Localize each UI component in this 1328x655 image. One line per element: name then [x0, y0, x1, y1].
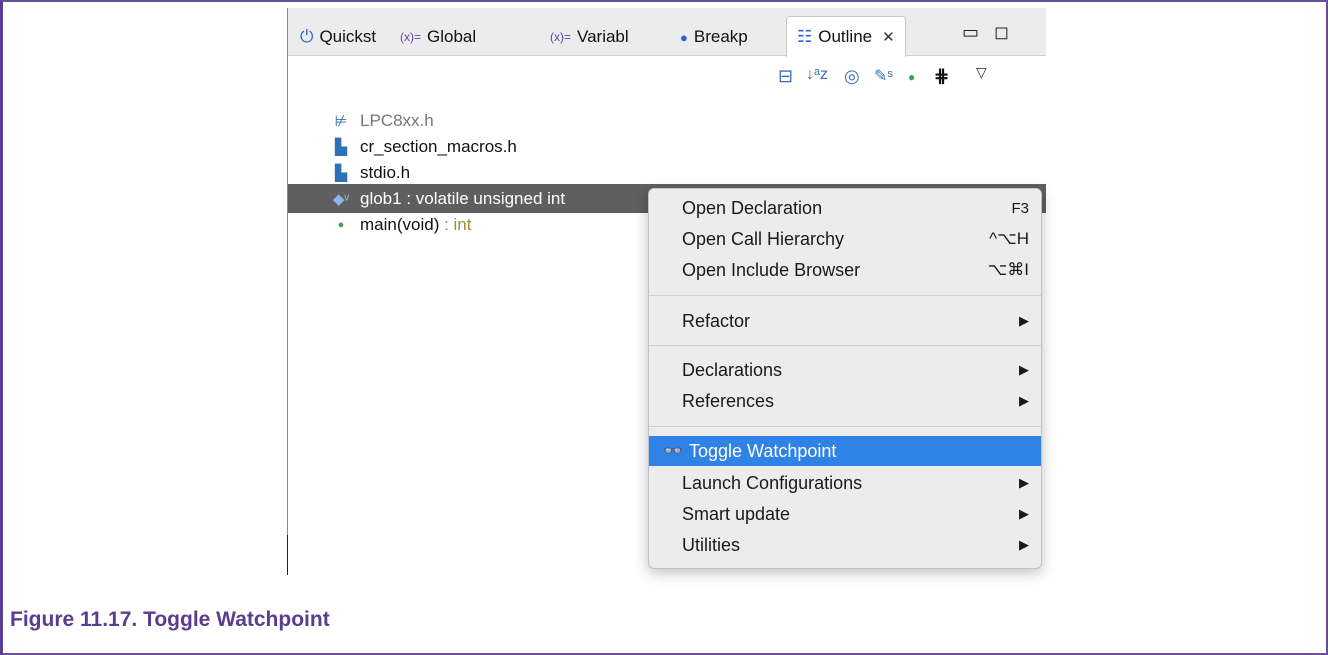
global-variables-icon: (x)=: [400, 30, 421, 44]
menu-item-label: Open Call Hierarchy: [682, 228, 845, 249]
menu-item-open-include-browser[interactable]: Open Include Browser ⌥⌘I: [649, 255, 1041, 285]
include-icon: ▙: [335, 138, 347, 156]
tab-label: Variabl: [577, 27, 629, 46]
hide-static-icon[interactable]: ✎ˢ: [874, 66, 893, 86]
menu-item-open-declaration[interactable]: Open Declaration F3: [649, 193, 1041, 223]
view-tab-bar: ⏻ Quickst (x)= Global (x)= Variabl ● Bre…: [288, 8, 1046, 57]
variables-icon: (x)=: [550, 30, 571, 44]
include-unresolved-icon: ⊭: [334, 112, 348, 130]
tree-item-label: cr_section_macros.h: [360, 136, 517, 156]
menu-item-smart-update[interactable]: Smart update ▶: [649, 499, 1041, 529]
menu-item-label: Open Include Browser: [682, 259, 861, 280]
watchpoint-icon: 👓: [663, 443, 683, 460]
menu-shortcut: ⌥⌘I: [987, 260, 1029, 279]
menu-item-label: Smart update: [682, 503, 791, 524]
tab-outline[interactable]: ☷ Outline ✕: [786, 16, 906, 57]
context-menu: Open Declaration F3 Open Call Hierarchy …: [648, 188, 1042, 569]
menu-separator: [649, 345, 1041, 346]
submenu-arrow-icon: ▶: [1019, 393, 1029, 408]
view-menu-icon[interactable]: ▽: [976, 64, 987, 81]
hide-nonpublic-icon[interactable]: ●: [908, 70, 915, 84]
tree-item-label: stdio.h: [360, 162, 411, 182]
menu-shortcut: F3: [1011, 199, 1029, 217]
sort-alpha-icon[interactable]: ↓ᵃz: [806, 66, 828, 84]
tree-item-cr-section-macros[interactable]: ▙ cr_section_macros.h: [288, 132, 1046, 161]
function-name: main(void): [360, 214, 440, 234]
menu-item-label: References: [682, 390, 775, 411]
menu-item-utilities[interactable]: Utilities ▶: [649, 530, 1041, 560]
submenu-arrow-icon: ▶: [1019, 506, 1029, 521]
tree-item-label: LPC8xx.h: [360, 110, 434, 130]
submenu-arrow-icon: ▶: [1019, 362, 1029, 377]
tab-label: Breakp: [693, 27, 748, 46]
tree-item-stdio[interactable]: ▙ stdio.h: [288, 158, 1046, 187]
menu-item-launch-configurations[interactable]: Launch Configurations ▶: [649, 468, 1041, 498]
hide-fields-icon[interactable]: ◎: [844, 66, 860, 87]
menu-item-open-call-hierarchy[interactable]: Open Call Hierarchy ^⌥H: [649, 224, 1041, 254]
menu-item-label: Toggle Watchpoint: [689, 440, 837, 461]
menu-separator: [649, 295, 1041, 296]
maximize-icon[interactable]: ◻: [994, 22, 1009, 43]
tab-quickstart[interactable]: ⏻ Quickst: [300, 18, 376, 56]
menu-item-label: Launch Configurations: [682, 472, 863, 493]
menu-item-label: Open Declaration: [682, 197, 823, 218]
tab-global-variables[interactable]: (x)= Global: [400, 18, 476, 56]
menu-item-references[interactable]: References ▶: [649, 386, 1041, 416]
tree-item-lpc8xx[interactable]: ⊭ LPC8xx.h: [288, 106, 1046, 135]
breakpoints-icon: ●: [680, 29, 688, 45]
menu-item-declarations[interactable]: Declarations ▶: [649, 355, 1041, 385]
menu-shortcut: ^⌥H: [989, 229, 1029, 248]
submenu-arrow-icon: ▶: [1019, 475, 1029, 490]
group-macros-icon[interactable]: ⋕: [934, 66, 949, 87]
include-icon: ▙: [335, 164, 347, 182]
minimize-icon[interactable]: ▭: [962, 22, 979, 43]
variable-icon: ◆ᵛ: [332, 190, 350, 208]
menu-item-label: Refactor: [682, 310, 751, 331]
submenu-arrow-icon: ▶: [1019, 537, 1029, 552]
tab-label: Global: [427, 27, 477, 46]
power-icon: ⏻: [300, 27, 314, 46]
tab-variables[interactable]: (x)= Variabl: [550, 18, 629, 56]
outline-icon: ☷: [797, 27, 813, 46]
tab-label: Quickst: [319, 27, 377, 46]
submenu-arrow-icon: ▶: [1019, 313, 1029, 328]
tree-item-label: main(void) : int: [360, 215, 471, 235]
menu-item-label: Declarations: [682, 359, 783, 380]
outline-toolbar: ⊟ ↓ᵃz ◎ ✎ˢ ● ⋕ ▽: [288, 64, 1046, 96]
figure-caption: Figure 11.17. Toggle Watchpoint: [10, 608, 330, 631]
collapse-all-icon[interactable]: ⊟: [778, 66, 793, 87]
function-icon: ●: [337, 218, 345, 231]
tree-item-label: glob1 : volatile unsigned int: [360, 188, 566, 208]
menu-item-toggle-watchpoint[interactable]: 👓 Toggle Watchpoint: [649, 436, 1041, 466]
return-type: : int: [439, 214, 472, 234]
menu-item-refactor[interactable]: Refactor ▶: [649, 306, 1041, 336]
menu-separator: [649, 426, 1041, 427]
menu-item-label: Utilities: [682, 534, 741, 555]
tab-label: Outline: [818, 27, 873, 46]
tab-breakpoints[interactable]: ● Breakp: [680, 18, 748, 56]
close-icon[interactable]: ✕: [882, 28, 895, 46]
